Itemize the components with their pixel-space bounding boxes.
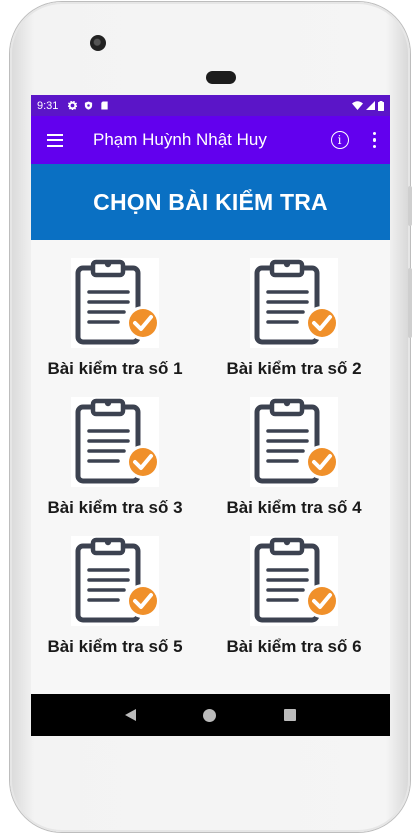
clipboard-check-icon [71, 536, 160, 626]
test-label-6: Bài kiểm tra số 6 [226, 637, 362, 656]
front-camera [90, 35, 106, 51]
system-nav-bar [31, 694, 390, 736]
test-label-4: Bài kiểm tra số 4 [226, 498, 362, 517]
clipboard-check-icon [250, 258, 339, 348]
clipboard-check-icon [71, 258, 160, 348]
test-card-4[interactable]: Bài kiểm tra số 4 [219, 397, 369, 518]
test-card-2[interactable]: Bài kiểm tra số 2 [219, 258, 369, 379]
home-icon[interactable] [203, 708, 217, 722]
clipboard-check-icon [250, 536, 339, 626]
test-label-1: Bài kiểm tra số 1 [47, 359, 183, 378]
banner-title: CHỌN BÀI KIỂM TRA [93, 188, 328, 215]
earpiece-speaker [206, 71, 236, 84]
signal-icon [366, 101, 375, 110]
screen: 9:31 Phạm Huỳnh Nhật Huy i CHỌN BÀI KIỂM… [31, 95, 390, 736]
test-card-3[interactable]: Bài kiểm tra số 3 [40, 397, 190, 518]
test-label-5: Bài kiểm tra số 5 [47, 637, 183, 656]
info-icon[interactable]: i [330, 131, 349, 149]
recents-icon[interactable] [284, 709, 297, 721]
power-button [408, 186, 412, 226]
more-vert-icon[interactable] [369, 131, 381, 149]
test-card-1[interactable]: Bài kiểm tra số 1 [40, 258, 190, 379]
back-icon[interactable] [124, 709, 136, 721]
sim-card-icon [101, 101, 109, 110]
hamburger-menu-icon[interactable] [47, 133, 63, 147]
clipboard-check-icon [250, 397, 339, 487]
test-label-3: Bài kiểm tra số 3 [47, 498, 183, 517]
test-label-2: Bài kiểm tra số 2 [226, 359, 362, 378]
test-card-6[interactable]: Bài kiểm tra số 6 [219, 536, 369, 657]
status-bar: 9:31 [31, 95, 390, 116]
wifi-icon [352, 101, 363, 110]
page-banner: CHỌN BÀI KIỂM TRA [31, 164, 390, 240]
settings-icon [68, 101, 78, 110]
test-card-5[interactable]: Bài kiểm tra số 5 [40, 536, 190, 657]
app-bar: Phạm Huỳnh Nhật Huy i [31, 116, 390, 164]
battery-icon [378, 100, 384, 111]
app-title: Phạm Huỳnh Nhật Huy [93, 130, 267, 149]
volume-button [408, 268, 412, 338]
clipboard-check-icon [71, 397, 160, 487]
status-time: 9:31 [37, 99, 59, 112]
shield-icon [85, 101, 93, 110]
